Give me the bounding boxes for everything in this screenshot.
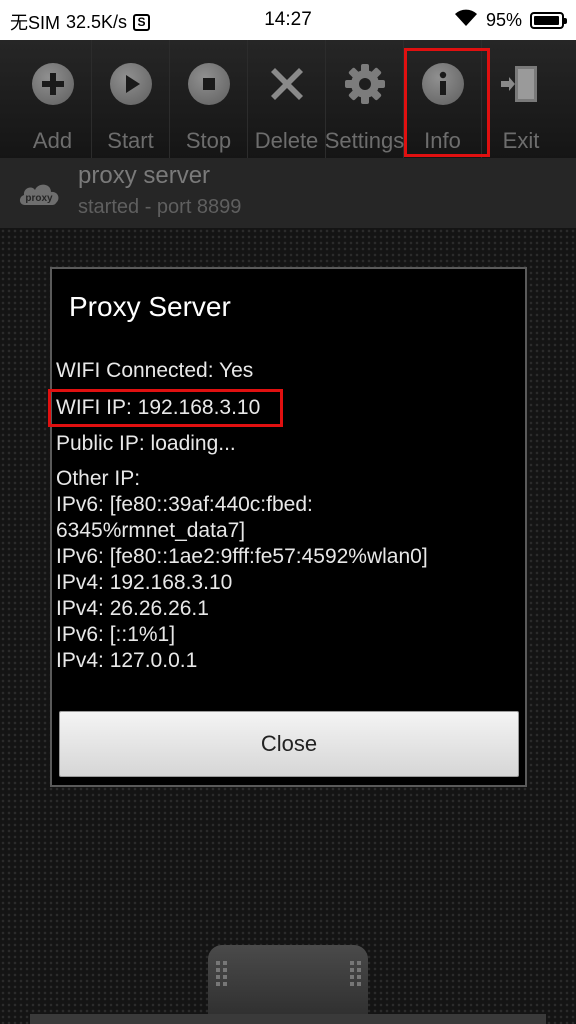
exit-icon xyxy=(499,62,543,106)
other-ip-line: IPv4: 127.0.0.1 xyxy=(56,649,198,672)
dialog-title: Proxy Server xyxy=(69,291,231,322)
public-ip-text: Public IP: loading... xyxy=(56,432,236,455)
other-ip-line: IPv6: [fe80::39af:440c:fbed: xyxy=(56,493,313,516)
status-right: 95% xyxy=(454,9,567,32)
close-button[interactable]: Close xyxy=(59,711,519,777)
battery-fill xyxy=(534,16,559,25)
wifi-icon xyxy=(454,9,478,32)
service-list-item[interactable]: proxy proxy server started - port 8899 xyxy=(0,158,576,228)
toolbar: Add Start Stop Delete Settings Info Exit xyxy=(0,40,576,158)
grip-left xyxy=(216,961,227,986)
battery-percent: 95% xyxy=(485,10,522,30)
info-icon xyxy=(421,63,464,105)
exit-label: Exit xyxy=(502,128,540,153)
info-dialog: Proxy Server WIFI Connected: Yes WIFI IP… xyxy=(50,267,527,787)
other-ip-line: IPv4: 192.168.3.10 xyxy=(56,571,233,594)
gear-icon xyxy=(343,62,387,106)
status-bar: 无SIM 32.5K/s S 14:27 95% xyxy=(0,0,576,40)
other-ip-label: Other IP: xyxy=(56,467,141,490)
battery-icon xyxy=(530,12,567,29)
start-button[interactable]: Start xyxy=(92,40,170,158)
svg-text:proxy: proxy xyxy=(25,193,53,204)
service-name: proxy server xyxy=(78,162,211,189)
delete-icon xyxy=(265,62,309,106)
add-button[interactable]: Add xyxy=(14,40,92,158)
delete-button[interactable]: Delete xyxy=(248,40,326,158)
exit-button[interactable]: Exit xyxy=(482,40,560,158)
other-ip-line: IPv6: [::1%1] xyxy=(56,623,176,646)
info-button[interactable]: Info xyxy=(404,40,482,158)
add-icon xyxy=(31,63,74,105)
other-ip-line: IPv4: 26.26.26.1 xyxy=(56,597,209,620)
grip-right xyxy=(350,961,361,986)
other-ip-line: 6345%rmnet_data7] xyxy=(56,519,246,542)
stop-button[interactable]: Stop xyxy=(170,40,248,158)
drawer-handle[interactable] xyxy=(208,945,368,1024)
service-status: started - port 8899 xyxy=(78,196,242,218)
wifi-ip-text: WIFI IP: 192.168.3.10 xyxy=(56,396,261,419)
play-icon xyxy=(109,63,152,105)
settings-button[interactable]: Settings xyxy=(325,40,404,158)
bottom-bar xyxy=(30,1014,546,1024)
wifi-connected-text: WIFI Connected: Yes xyxy=(56,359,254,382)
other-ip-line: IPv6: [fe80::1ae2:9fff:fe57:4592%wlan0] xyxy=(56,545,428,568)
proxy-logo-icon: proxy xyxy=(17,179,62,209)
stop-icon xyxy=(187,63,230,105)
